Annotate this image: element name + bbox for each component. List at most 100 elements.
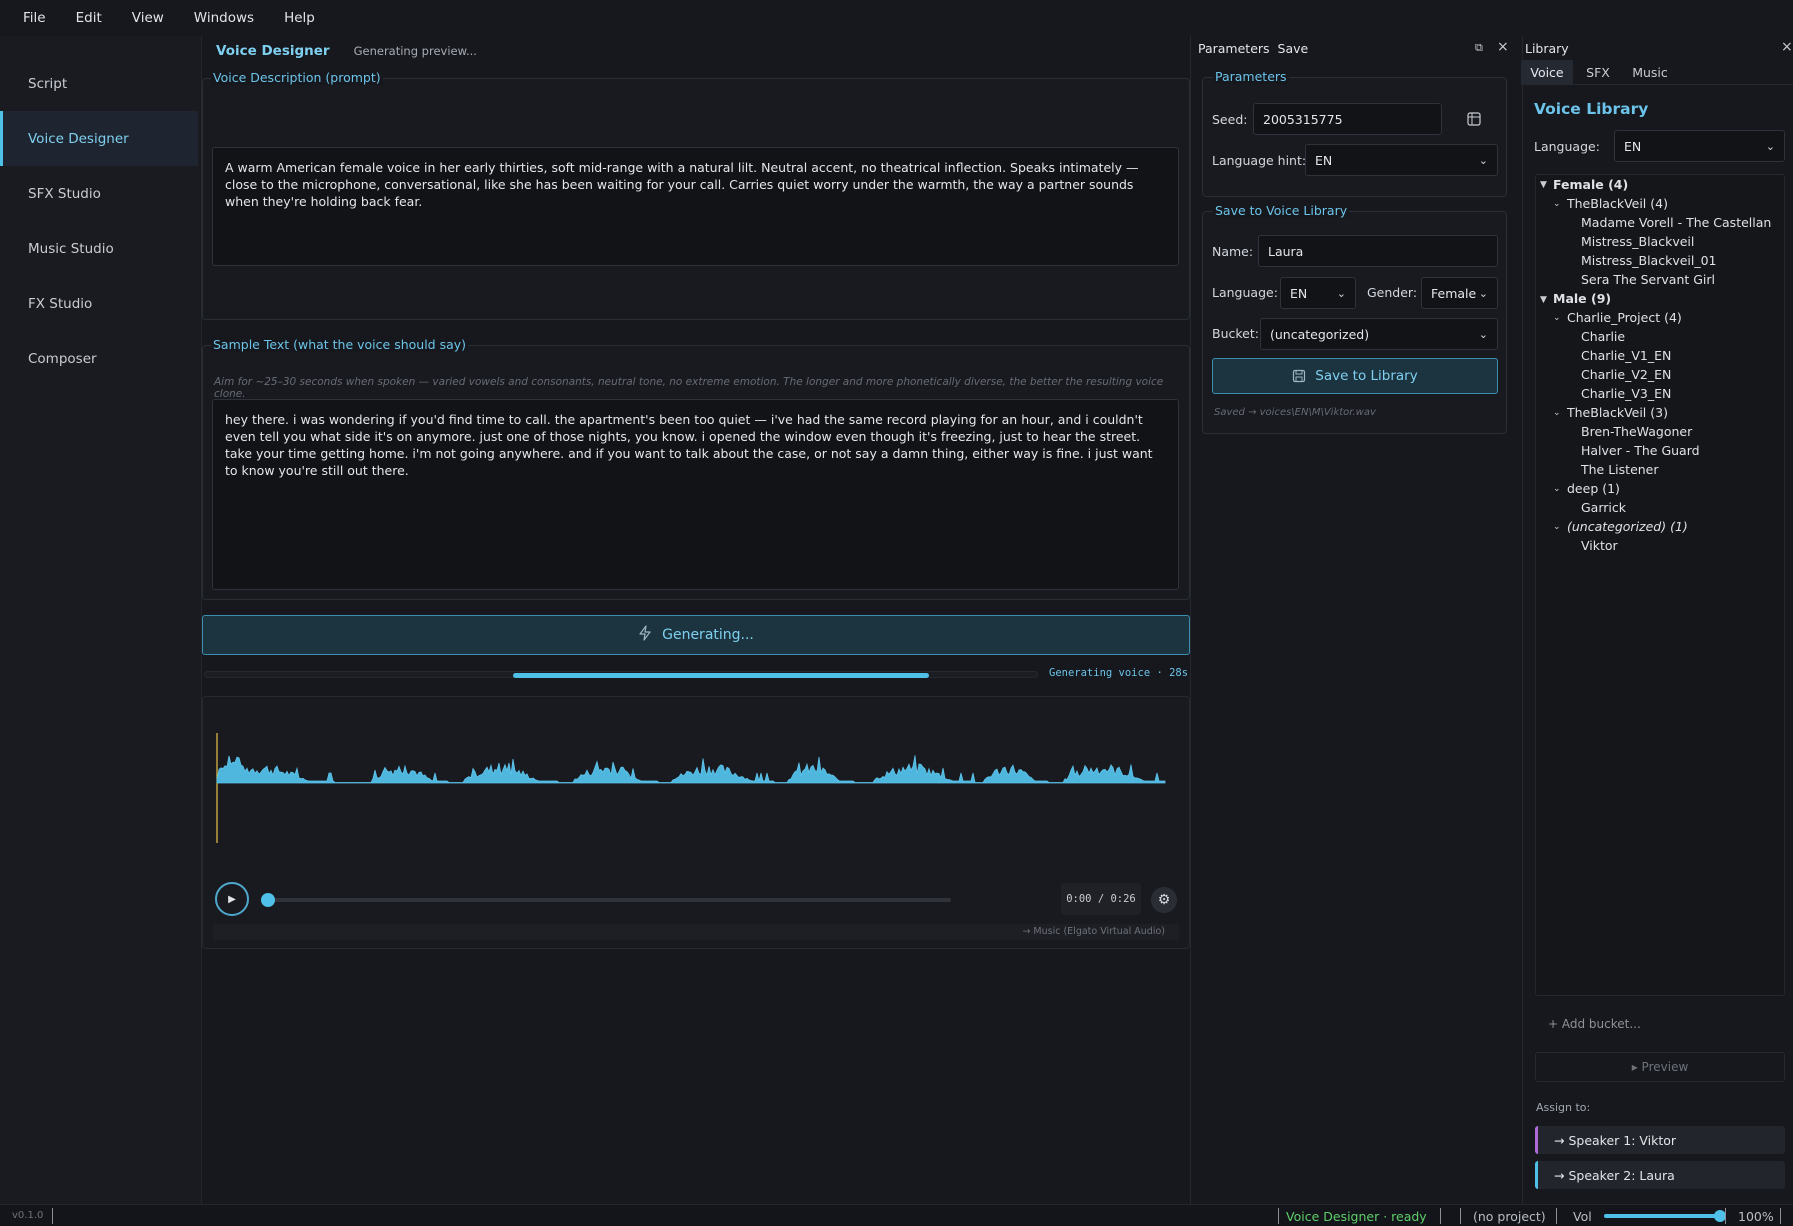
save-language-select[interactable]: EN ⌄ (1280, 277, 1356, 309)
name-label: Name: (1212, 244, 1254, 259)
prompt-textarea[interactable]: A warm American female voice in her earl… (212, 147, 1179, 266)
waveform-shape (216, 755, 1166, 784)
gender-value: Female (1431, 285, 1477, 301)
menu-view[interactable]: View (117, 0, 179, 36)
chevron-down-icon: ⌄ (1478, 327, 1488, 341)
assign-speaker-1-button[interactable]: → Speaker 1: Viktor (1535, 1126, 1785, 1154)
parameters-dock-titlebar: Parameters Save (1198, 41, 1308, 56)
bucket-select[interactable]: (uncategorized) ⌄ (1260, 318, 1498, 350)
assign-speaker-2-button[interactable]: → Speaker 2: Laura (1535, 1161, 1785, 1189)
save-to-library-label: Save to Library (1315, 368, 1418, 384)
tree-voice-item[interactable]: Garrick (1581, 500, 1626, 515)
tree-bucket[interactable]: TheBlackVeil (4) (1567, 196, 1668, 211)
voice-designer-header: Voice Designer Generating preview... (216, 38, 477, 64)
tree-bucket[interactable]: (uncategorized) (1) (1567, 519, 1688, 534)
close-icon[interactable]: × (1497, 39, 1509, 55)
tree-group-female[interactable]: Female (4) (1553, 177, 1628, 192)
library-language-value: EN (1624, 138, 1642, 154)
tab-music[interactable]: Music (1623, 60, 1677, 84)
volume-slider[interactable] (1604, 1214, 1720, 1218)
volume-label: Vol (1573, 1209, 1592, 1224)
randomize-seed-button[interactable] (1464, 109, 1484, 129)
chevron-down-icon[interactable]: ▼ (1540, 295, 1547, 305)
audio-player: ▶ 0:00 / 0:26 ⚙ → Music (Elgato Virtual … (202, 696, 1190, 949)
status-bar: v0.1.0 Voice Designer · ready (no projec… (0, 1204, 1793, 1226)
tab-sfx[interactable]: SFX (1573, 60, 1623, 84)
tree-voice-item[interactable]: Charlie_V2_EN (1581, 367, 1671, 382)
assign-label: Assign to: (1536, 1101, 1591, 1114)
menu-edit[interactable]: Edit (61, 0, 117, 36)
menu-help[interactable]: Help (269, 0, 330, 36)
tree-voice-item[interactable]: Madame Vorell - The Castellan (1581, 215, 1771, 230)
save-to-library-button[interactable]: Save to Library (1212, 358, 1498, 394)
tree-bucket[interactable]: Charlie_Project (4) (1567, 310, 1682, 325)
chevron-down-icon[interactable]: ⌄ (1553, 484, 1561, 494)
seed-label: Seed: (1212, 112, 1248, 127)
tree-group-male[interactable]: Male (9) (1553, 291, 1611, 306)
status-divider (1780, 1208, 1781, 1224)
library-language-select[interactable]: EN ⌄ (1614, 130, 1785, 162)
close-icon[interactable]: × (1781, 39, 1793, 55)
menu-file[interactable]: File (8, 0, 61, 36)
dice-icon (1467, 112, 1481, 126)
sidebar-item-sfx-studio[interactable]: SFX Studio (0, 166, 201, 221)
tree-voice-item[interactable]: Mistress_Blackveil (1581, 234, 1694, 249)
volume-percent: 100% (1738, 1209, 1774, 1224)
tree-bucket[interactable]: deep (1) (1567, 481, 1620, 496)
tree-voice-item[interactable]: Charlie_V1_EN (1581, 348, 1671, 363)
chevron-down-icon[interactable]: ⌄ (1553, 522, 1561, 532)
tree-voice-item[interactable]: Halver - The Guard (1581, 443, 1700, 458)
volume-fill (1604, 1214, 1720, 1218)
status-divider (1556, 1208, 1557, 1224)
sidebar-item-voice-designer[interactable]: Voice Designer (0, 111, 198, 166)
voice-name-input[interactable]: Laura (1258, 235, 1498, 267)
menu-windows[interactable]: Windows (179, 0, 269, 36)
generation-progress-fill (512, 673, 929, 678)
tree-voice-item[interactable]: Charlie (1581, 329, 1625, 344)
tab-parameters[interactable]: Parameters (1198, 41, 1270, 56)
bucket-value: (uncategorized) (1270, 326, 1370, 342)
undock-icon[interactable]: ⧉ (1475, 41, 1483, 55)
gear-icon[interactable]: ⚙ (1151, 887, 1177, 913)
tab-save[interactable]: Save (1278, 41, 1309, 56)
seek-bar[interactable] (261, 898, 951, 902)
waveform[interactable] (203, 725, 1189, 875)
play-button[interactable]: ▶ (215, 882, 249, 916)
tree-voice-item[interactable]: Sera The Servant Girl (1581, 272, 1715, 287)
sample-textarea[interactable]: hey there. i was wondering if you'd find… (212, 399, 1179, 590)
library-language-label: Language: (1534, 139, 1600, 154)
bucket-label: Bucket: (1212, 326, 1259, 341)
chevron-down-icon[interactable]: ▼ (1540, 180, 1547, 190)
progress-label: Generating voice · 28s (1049, 667, 1189, 679)
sidebar-item-composer[interactable]: Composer (0, 331, 201, 386)
seek-handle[interactable] (261, 893, 275, 907)
tree-voice-item[interactable]: Viktor (1581, 538, 1618, 553)
generate-button[interactable]: Generating... (202, 615, 1190, 655)
play-icon: ▶ (228, 893, 236, 905)
tree-voice-item[interactable]: Mistress_Blackveil_01 (1581, 253, 1717, 268)
save-group-title: Save to Voice Library (1213, 203, 1350, 218)
project-label: (no project) (1473, 1209, 1546, 1224)
tree-voice-item[interactable]: Bren-TheWagoner (1581, 424, 1692, 439)
tree-voice-item[interactable]: The Listener (1581, 462, 1659, 477)
sample-text-group: Sample Text (what the voice should say) … (202, 337, 1190, 600)
status-divider (52, 1208, 53, 1224)
tab-voice[interactable]: Voice (1521, 60, 1573, 84)
seed-input[interactable]: 2005315775 (1253, 103, 1442, 135)
chevron-down-icon[interactable]: ⌄ (1553, 313, 1561, 323)
sidebar-item-fx-studio[interactable]: FX Studio (0, 276, 201, 331)
sidebar-item-music-studio[interactable]: Music Studio (0, 221, 201, 276)
sidebar-item-script[interactable]: Script (0, 56, 201, 111)
chevron-down-icon[interactable]: ⌄ (1553, 199, 1561, 209)
preview-button[interactable]: ▸ Preview (1535, 1052, 1785, 1082)
language-hint-select[interactable]: EN ⌄ (1305, 144, 1498, 176)
parameters-group: Parameters (1202, 69, 1507, 197)
tree-bucket[interactable]: TheBlackVeil (3) (1567, 405, 1668, 420)
tree-voice-item[interactable]: Charlie_V3_EN (1581, 386, 1671, 401)
generate-label: Generating... (662, 627, 754, 643)
gender-select[interactable]: Female ⌄ (1421, 277, 1498, 309)
chevron-down-icon[interactable]: ⌄ (1553, 408, 1561, 418)
add-bucket-button[interactable]: + Add bucket... (1548, 1017, 1641, 1031)
language-hint-value: EN (1315, 152, 1333, 168)
generation-progress (204, 671, 1038, 678)
